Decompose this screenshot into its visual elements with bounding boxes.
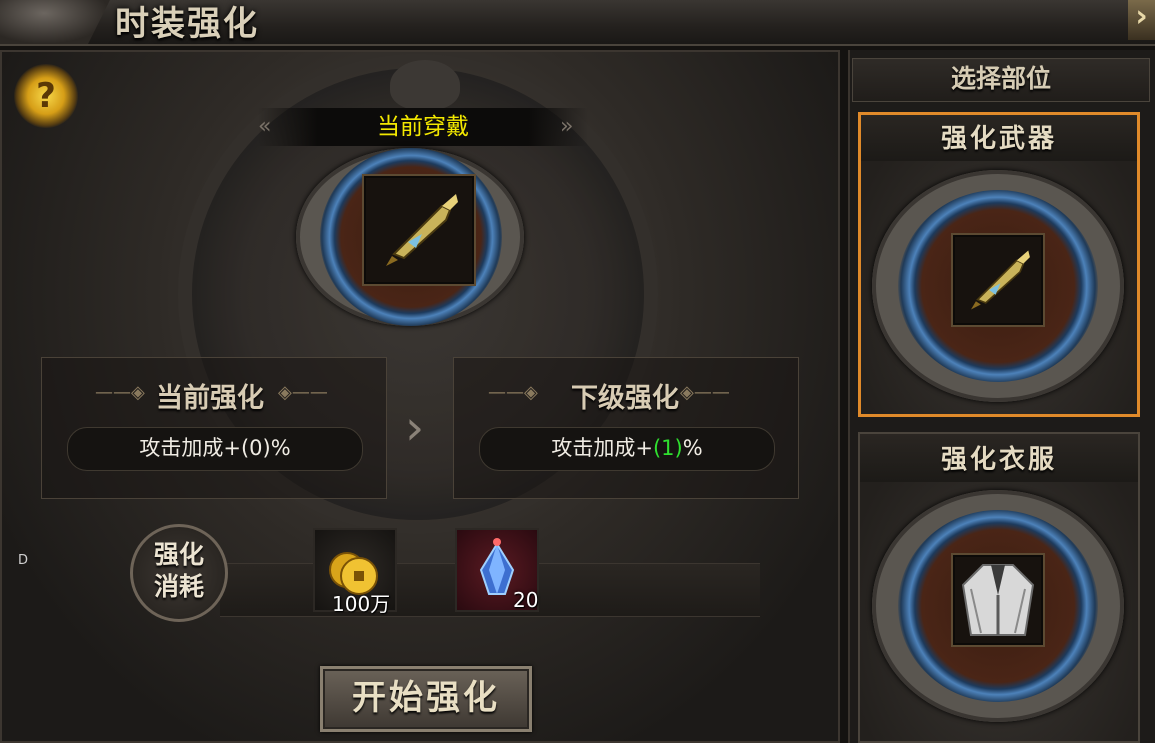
current-enhance-stat: 攻击加成+(0)% — [67, 427, 363, 471]
current-stat-value: (0) — [240, 436, 271, 460]
arrow-right-icon: › — [405, 400, 425, 456]
ornament-left-icon: ——◈ — [488, 382, 538, 403]
start-enhance-button[interactable]: 开始强化 — [320, 666, 532, 732]
part-card-title: 强化武器 — [861, 115, 1137, 161]
weapon-sword-icon — [971, 250, 1030, 310]
stat-suffix: % — [270, 436, 291, 460]
current-wear-slot[interactable] — [362, 174, 476, 286]
close-button[interactable]: › — [1128, 0, 1155, 40]
cost-label-line1: 强化 — [153, 540, 204, 569]
window-title: 时装强化 — [115, 4, 259, 44]
robe-icon — [961, 564, 1035, 636]
help-button[interactable]: ? — [14, 64, 78, 128]
next-stat-value: (1) — [652, 436, 683, 460]
weapon-sword-icon — [386, 194, 458, 266]
current-enhance-title: 当前强化 — [156, 383, 264, 414]
clothes-slot — [951, 553, 1045, 647]
part-card-title: 强化衣服 — [860, 434, 1138, 482]
next-enhance-title: 下级强化 — [571, 383, 679, 414]
stat-prefix: 攻击加成+ — [551, 436, 653, 460]
cost-label-line2: 消耗 — [153, 572, 204, 601]
gold-count: 100万 — [332, 592, 391, 616]
next-enhance-stat: 攻击加成+(1)% — [479, 427, 775, 471]
dragon-head-decoration — [390, 60, 460, 110]
select-part-label: 选择部位 — [950, 64, 1051, 93]
gem-count: 20 — [513, 588, 539, 612]
weapon-slot — [951, 233, 1045, 327]
stat-suffix: % — [682, 436, 703, 460]
current-wear-label: 当前穿戴 — [377, 114, 469, 140]
side-marker: D — [18, 553, 29, 568]
stat-prefix: 攻击加成+ — [139, 436, 241, 460]
cost-badge: 强化 消耗 — [130, 524, 228, 622]
